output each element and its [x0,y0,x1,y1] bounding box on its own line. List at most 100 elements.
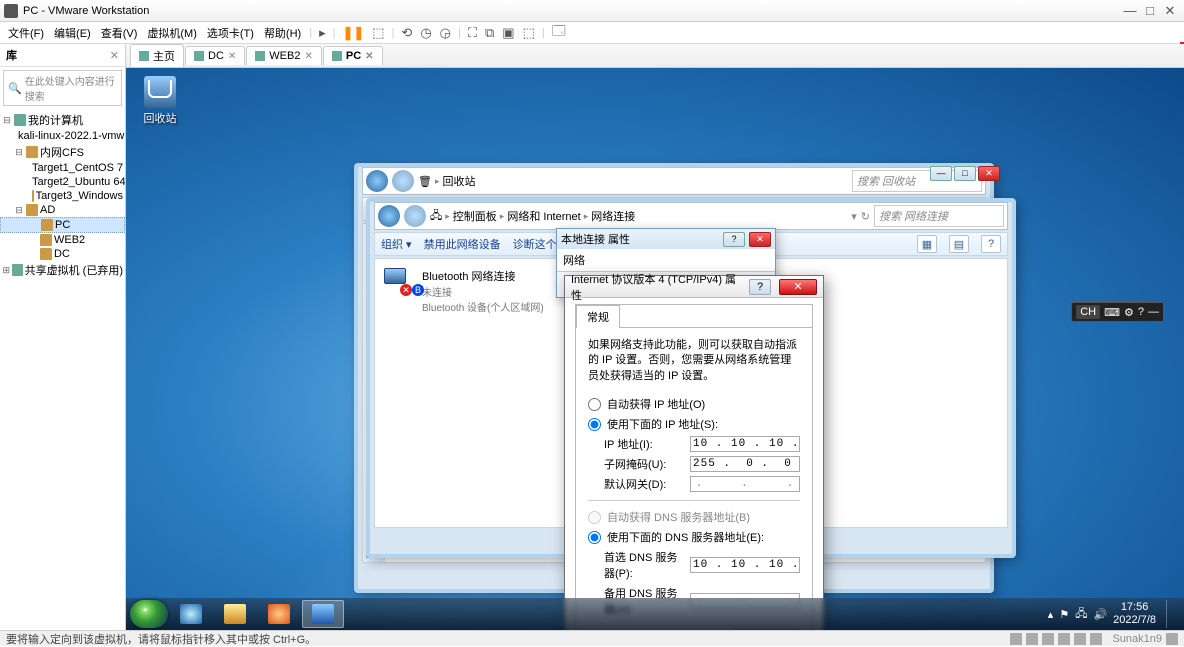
library-search[interactable]: 🔍 在此处键入内容进行搜索 [3,70,122,106]
minimize-button[interactable]: — [1120,3,1140,18]
toolbar-pause[interactable]: ❚❚ [339,25,367,41]
tray-up-icon[interactable]: ▴ [1048,608,1054,621]
lang-options[interactable]: ⚙ [1124,306,1134,319]
recycle-bin-icon[interactable]: 回收站 [136,76,184,126]
tree-item[interactable]: WEB2 [0,233,125,247]
status-usb-icon[interactable] [1058,633,1070,645]
tray-network-icon[interactable]: 🖧 [1075,605,1087,624]
gateway-input[interactable] [690,476,800,492]
breadcrumb[interactable]: 🗑▸回收站 [418,173,848,189]
tray-flag-icon[interactable]: ⚑ [1059,608,1069,621]
dns1-input[interactable] [690,557,800,573]
close-button[interactable]: ✕ [1160,3,1180,19]
tab-close[interactable]: ✕ [228,51,236,62]
help-button[interactable]: ? [749,279,771,295]
toolbar-stop[interactable]: ⬚ [369,25,387,41]
maximize-button[interactable]: □ [1140,3,1160,18]
lan-tab-network[interactable]: 网络 [557,249,775,272]
close-button[interactable]: ✕ [978,166,1000,181]
menu-help[interactable]: 帮助(H) [260,23,305,43]
tab-web2[interactable]: WEB2✕ [246,46,322,65]
bluetooth-badge: B [412,284,424,296]
menu-file[interactable]: 文件(F) [4,23,48,43]
tab-pc[interactable]: PC✕ [323,46,383,65]
home-icon [139,51,149,61]
menu-vm[interactable]: 虚拟机(M) [143,23,201,43]
taskbar-wmp[interactable] [258,600,300,628]
ipv4-properties-dialog[interactable]: Internet 协议版本 4 (TCP/IPv4) 属性 ? ✕ 常规 如果网… [564,275,824,630]
radio-manual-ip[interactable]: 使用下面的 IP 地址(S): [588,414,800,434]
tree-item[interactable]: Target1_CentOS 7 [0,161,125,175]
tree-item[interactable]: kali-linux-2022.1-vmw [0,129,125,143]
toolbar-power[interactable]: ▸ [316,25,329,41]
disable-device[interactable]: 禁用此网络设备 [424,236,501,252]
tree-shared[interactable]: ⊞共享虚拟机 (已弃用) [0,261,125,279]
library-sidebar: 库 ✕ 🔍 在此处键入内容进行搜索 ⊟我的计算机 kali-linux-2022… [0,44,126,630]
radio-auto-ip[interactable]: 自动获得 IP 地址(O) [588,394,800,414]
status-net-icon[interactable] [1042,633,1054,645]
start-button[interactable] [130,600,168,628]
nav-forward[interactable] [404,205,426,227]
lang-help[interactable]: ? [1138,306,1144,318]
tab-close[interactable]: ✕ [304,51,312,62]
toolbar-stretch[interactable]: ⬚ [520,25,538,41]
toolbar-snap-rev[interactable]: ◶ [437,25,454,41]
help-button[interactable]: ? [723,232,745,247]
tree-item-selected[interactable]: PC [0,217,125,233]
nav-back[interactable] [378,205,400,227]
toolbar-library[interactable]: 🗔 [549,22,569,44]
status-hdd-icon[interactable] [1010,633,1022,645]
taskbar-explorer[interactable] [214,600,256,628]
status-message: 要将输入定向到该虚拟机，请将鼠标指针移入其中或按 Ctrl+G。 [6,631,316,647]
vm-desktop[interactable]: 回收站 🗑▸回收站 搜索 回收站 组织 ▾ [126,68,1184,630]
ip-address-input[interactable] [690,436,800,452]
ime-icon[interactable]: ⌨ [1104,306,1120,319]
menu-tabs[interactable]: 选项卡(T) [203,23,258,43]
tree-item[interactable]: Target2_Ubuntu 64 [0,175,125,189]
menu-view[interactable]: 查看(V) [97,23,142,43]
tree-item[interactable]: ⊟内网CFS [0,143,125,161]
tab-general[interactable]: 常规 [576,305,620,328]
radio-manual-dns[interactable]: 使用下面的 DNS 服务器地址(E): [588,527,800,547]
nav-forward[interactable] [392,170,414,192]
menu-edit[interactable]: 编辑(E) [50,23,95,43]
tree-item[interactable]: ⊟AD [0,203,125,217]
taskbar-control-panel[interactable] [302,600,344,628]
close-button[interactable]: ✕ [749,232,771,247]
toolbar-unity[interactable]: ⧉ [482,25,497,41]
show-desktop-button[interactable] [1166,600,1176,628]
lang-min[interactable]: — [1148,306,1159,318]
toolbar-snapshot[interactable]: ⟲ [398,25,415,41]
tab-home[interactable]: 主页 [130,44,184,67]
organize-menu[interactable]: 组织 ▾ [381,236,412,252]
close-button[interactable]: ✕ [779,279,817,295]
toolbar-console[interactable]: ▣ [499,25,517,41]
maximize-button[interactable]: □ [954,166,976,181]
tree-item[interactable]: DC [0,247,125,261]
tab-dc[interactable]: DC✕ [185,46,245,65]
tree-root[interactable]: ⊟我的计算机 [0,111,125,129]
status-sound-icon[interactable] [1074,633,1086,645]
status-printer-icon[interactable] [1090,633,1102,645]
status-cd-icon[interactable] [1026,633,1038,645]
minimize-button[interactable]: — [930,166,952,181]
search-input[interactable]: 搜索 网络连接 [874,205,1004,227]
view-button[interactable]: ▦ [917,235,937,253]
breadcrumb[interactable]: 🖧▸ 控制面板▸ 网络和 Internet▸ 网络连接 [430,207,847,226]
library-close[interactable]: ✕ [110,49,119,62]
tray-clock[interactable]: 17:56 2022/7/8 [1113,601,1156,627]
tray-volume-icon[interactable]: 🔊 [1093,608,1107,621]
status-more-icon[interactable] [1166,633,1178,645]
preview-button[interactable]: ▤ [949,235,969,253]
language-bar[interactable]: CH ⌨ ⚙ ? — [1071,302,1164,322]
help-button[interactable]: ? [981,235,1001,253]
toolbar-snap-mgr[interactable]: ◷ [417,25,434,41]
nav-back[interactable] [366,170,388,192]
taskbar-ie[interactable] [170,600,212,628]
tree-item[interactable]: Target3_Windows [0,189,125,203]
toolbar-fullscreen[interactable]: ⛶ [465,25,480,41]
tab-close[interactable]: ✕ [365,51,373,62]
control-panel-icon [312,604,334,624]
subnet-mask-input[interactable] [690,456,800,472]
bluetooth-connection[interactable]: ✕ B Bluetooth 网络连接 未连接 Bluetooth 设备(个人区域… [381,265,581,317]
